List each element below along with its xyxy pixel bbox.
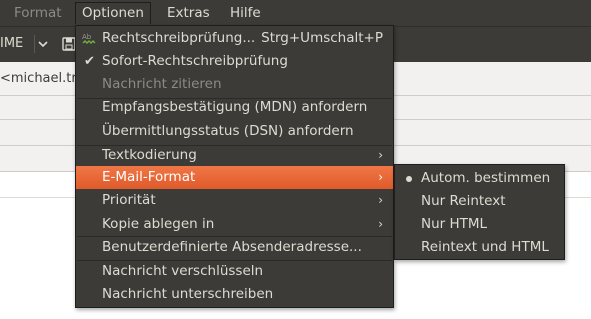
menuitem-request-dsn[interactable]: Übermittlungsstatus (DSN) anfordern [76, 120, 393, 143]
menuitem-save-copy[interactable]: Kopie ablegen in › [76, 213, 393, 236]
menuitem-label: Empfangsbestätigung (MDN) anfordern [102, 99, 368, 115]
menuitem-label: Textkodierung [102, 147, 197, 163]
menuitem-label: Rechtschreibprüfung... [102, 30, 256, 46]
menuitem-email-format[interactable]: E-Mail-Format › [76, 166, 393, 189]
save-icon[interactable] [62, 37, 76, 51]
optionen-menu: Ab Rechtschreibprüfung... Strg+Umschalt+… [75, 25, 394, 308]
menuitem-request-mdn[interactable]: Empfangsbestätigung (MDN) anfordern [76, 96, 393, 119]
menuitem-sign[interactable]: Nachricht unterschreiben [76, 283, 393, 306]
toolbar-partial-button[interactable]: IME [0, 36, 23, 51]
submenuitem-plain-and-html[interactable]: Reintext und HTML [395, 236, 564, 259]
menuitem-label: Kopie ablegen in [102, 216, 215, 232]
menuitem-label: Nur HTML [421, 216, 488, 232]
menuitem-label: Reintext und HTML [421, 239, 549, 255]
menu-extras[interactable]: Extras [161, 2, 216, 24]
menuitem-instant-spellcheck[interactable]: ✔ Sofort-Rechtschreibprüfung [76, 50, 393, 73]
menu-format[interactable]: Format [8, 2, 68, 24]
menuitem-spellcheck[interactable]: Ab Rechtschreibprüfung... Strg+Umschalt+… [76, 27, 393, 50]
menuitem-label: Nachricht unterschreiben [102, 286, 274, 302]
spellcheck-icon: Ab [82, 31, 96, 46]
submenuitem-html[interactable]: Nur HTML [395, 213, 564, 236]
submenu-arrow-icon: › [378, 170, 383, 184]
menu-hilfe[interactable]: Hilfe [224, 2, 267, 24]
menuitem-label: Nachricht zitieren [102, 76, 222, 92]
menuitem-label: Autom. bestimmen [421, 170, 551, 186]
radio-selected-icon [406, 176, 412, 182]
menuitem-priority[interactable]: Priorität › [76, 189, 393, 212]
submenu-arrow-icon: › [378, 148, 383, 162]
submenu-arrow-icon: › [378, 193, 383, 207]
menuitem-label: Priorität [102, 192, 156, 208]
recipient-address[interactable]: <michael.tre [0, 71, 84, 86]
submenuitem-auto[interactable]: Autom. bestimmen [395, 167, 564, 190]
menuitem-quote-message: Nachricht zitieren [76, 73, 393, 96]
menuitem-label: Nur Reintext [421, 193, 506, 209]
menuitem-custom-sender[interactable]: Benutzerdefinierte Absenderadresse... [76, 236, 393, 259]
submenuitem-plain-text[interactable]: Nur Reintext [395, 190, 564, 213]
menuitem-shortcut: Strg+Umschalt+P [261, 30, 383, 46]
menuitem-label: Benutzerdefinierte Absenderadresse... [102, 239, 362, 255]
email-format-submenu: Autom. bestimmen Nur Reintext Nur HTML R… [394, 164, 565, 260]
menuitem-encrypt[interactable]: Nachricht verschlüsseln [76, 260, 393, 283]
menubar: Format Optionen Extras Hilfe [0, 0, 591, 26]
svg-text:Ab: Ab [82, 33, 92, 41]
menuitem-label: Nachricht verschlüsseln [102, 263, 264, 279]
check-icon: ✔ [84, 54, 95, 69]
menu-optionen[interactable]: Optionen [75, 2, 151, 24]
menuitem-label: Übermittlungsstatus (DSN) anfordern [102, 123, 354, 139]
chevron-down-icon[interactable] [34, 35, 48, 53]
menuitem-label: Sofort-Rechtschreibprüfung [102, 53, 288, 69]
menuitem-text-encoding[interactable]: Textkodierung › [76, 144, 393, 167]
menuitem-label: E-Mail-Format [102, 169, 196, 185]
submenu-arrow-icon: › [378, 217, 383, 231]
